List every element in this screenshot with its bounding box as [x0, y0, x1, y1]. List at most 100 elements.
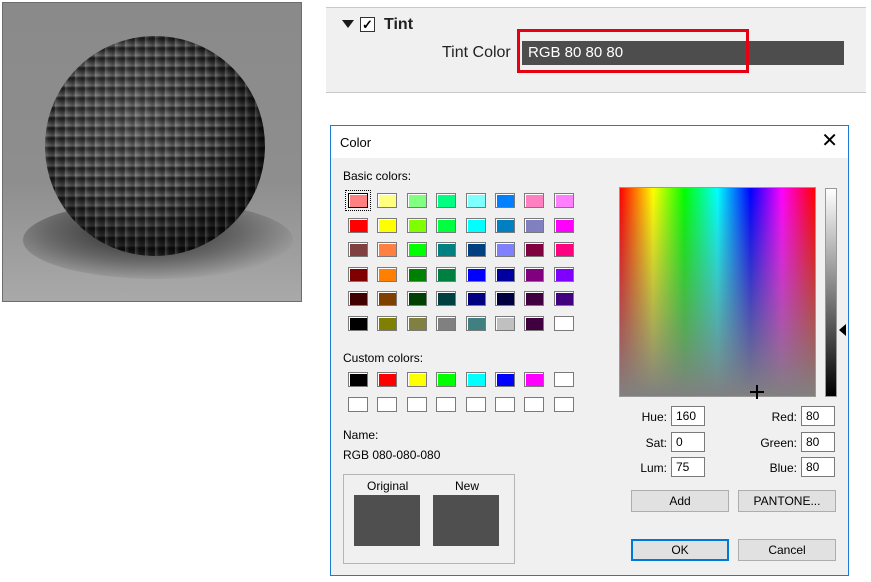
- custom-color-swatch[interactable]: [553, 396, 574, 412]
- dialog-title: Color: [340, 135, 372, 150]
- basic-color-swatch[interactable]: [524, 315, 545, 331]
- basic-color-swatch[interactable]: [406, 193, 427, 208]
- basic-color-swatch[interactable]: [553, 266, 574, 282]
- annotation-highlight-box: [517, 29, 749, 73]
- basic-color-swatch[interactable]: [406, 266, 427, 282]
- basic-color-swatch[interactable]: [553, 315, 574, 331]
- basic-color-swatch[interactable]: [494, 315, 515, 331]
- basic-color-swatch[interactable]: [436, 217, 457, 233]
- custom-color-swatch[interactable]: [348, 396, 368, 412]
- basic-color-swatch[interactable]: [524, 266, 545, 282]
- basic-color-swatch[interactable]: [553, 193, 574, 208]
- custom-color-swatch[interactable]: [436, 372, 457, 387]
- luminance-bar[interactable]: [825, 188, 837, 397]
- basic-color-swatch[interactable]: [524, 217, 545, 233]
- close-icon[interactable]: ✕: [821, 130, 838, 152]
- custom-color-swatch[interactable]: [377, 396, 398, 412]
- basic-color-swatch[interactable]: [524, 291, 545, 306]
- new-color-swatch: [433, 495, 499, 546]
- basic-colors-label: Basic colors:: [343, 169, 412, 183]
- custom-color-swatch[interactable]: [524, 372, 545, 387]
- basic-color-swatch[interactable]: [377, 291, 398, 306]
- name-value: RGB 080-080-080: [343, 448, 441, 462]
- basic-color-swatch[interactable]: [553, 217, 574, 233]
- basic-color-swatch[interactable]: [377, 242, 398, 257]
- custom-color-swatch[interactable]: [348, 372, 368, 387]
- luminance-slider-arrow-icon[interactable]: [839, 324, 846, 336]
- basic-color-swatch[interactable]: [436, 242, 457, 257]
- name-label: Name:: [343, 428, 379, 442]
- basic-color-swatch[interactable]: [494, 291, 515, 306]
- basic-color-swatch[interactable]: [553, 291, 574, 306]
- red-input[interactable]: 80: [801, 406, 835, 426]
- custom-color-swatch[interactable]: [524, 396, 545, 412]
- original-label: Original: [367, 479, 409, 493]
- basic-color-swatch[interactable]: [436, 291, 457, 306]
- basic-color-swatch[interactable]: [436, 193, 457, 208]
- basic-color-swatch[interactable]: [494, 242, 515, 257]
- tint-checkbox[interactable]: ✓: [360, 17, 375, 32]
- basic-color-swatch[interactable]: [524, 242, 545, 257]
- custom-color-swatch[interactable]: [553, 372, 574, 387]
- basic-colors-grid: [345, 190, 576, 331]
- basic-color-swatch[interactable]: [436, 315, 457, 331]
- color-spectrum[interactable]: [619, 187, 816, 397]
- basic-color-swatch[interactable]: [465, 242, 486, 257]
- basic-color-swatch[interactable]: [377, 217, 398, 233]
- red-label: Red:: [771, 410, 797, 424]
- render-preview: [2, 2, 302, 302]
- basic-color-swatch[interactable]: [465, 315, 486, 331]
- color-compare-panel: Original New: [343, 474, 515, 564]
- basic-color-swatch[interactable]: [524, 193, 545, 208]
- basic-color-swatch[interactable]: [377, 315, 398, 331]
- blue-label: Blue:: [769, 461, 797, 475]
- custom-color-swatch[interactable]: [436, 396, 457, 412]
- color-dialog: Color ✕ Basic colors: Custom colors: Nam…: [330, 125, 849, 576]
- add-button[interactable]: Add: [631, 490, 729, 512]
- ok-button[interactable]: OK: [631, 539, 729, 561]
- green-input[interactable]: 80: [801, 432, 835, 452]
- collapse-arrow-icon[interactable]: [342, 20, 354, 28]
- blue-input[interactable]: 80: [801, 457, 835, 477]
- basic-color-swatch[interactable]: [377, 266, 398, 282]
- basic-color-swatch[interactable]: [465, 217, 486, 233]
- hue-label: Hue:: [641, 410, 667, 424]
- basic-color-swatch[interactable]: [348, 217, 368, 233]
- basic-color-swatch[interactable]: [494, 266, 515, 282]
- basic-color-swatch[interactable]: [348, 242, 368, 257]
- custom-color-swatch[interactable]: [494, 372, 515, 387]
- basic-color-swatch[interactable]: [465, 266, 486, 282]
- basic-color-swatch[interactable]: [377, 193, 398, 208]
- pantone-button[interactable]: PANTONE...: [738, 490, 836, 512]
- basic-color-swatch[interactable]: [406, 315, 427, 331]
- custom-color-swatch[interactable]: [406, 372, 427, 387]
- basic-color-swatch[interactable]: [406, 242, 427, 257]
- sat-input[interactable]: 0: [671, 432, 705, 452]
- basic-color-swatch[interactable]: [348, 315, 368, 331]
- custom-color-swatch[interactable]: [494, 396, 515, 412]
- basic-color-swatch[interactable]: [345, 190, 371, 211]
- basic-color-swatch[interactable]: [406, 291, 427, 306]
- custom-color-swatch[interactable]: [406, 396, 427, 412]
- basic-color-swatch[interactable]: [348, 266, 368, 282]
- cancel-button[interactable]: Cancel: [738, 539, 836, 561]
- custom-color-swatch[interactable]: [465, 396, 486, 412]
- basic-color-swatch[interactable]: [494, 193, 515, 208]
- basic-color-swatch[interactable]: [465, 193, 486, 208]
- basic-color-swatch[interactable]: [436, 266, 457, 282]
- custom-colors-label: Custom colors:: [343, 351, 424, 365]
- green-label: Green:: [760, 436, 797, 450]
- basic-color-swatch[interactable]: [348, 291, 368, 306]
- spectrum-crosshair-icon[interactable]: [750, 385, 764, 399]
- lum-input[interactable]: 75: [671, 457, 705, 477]
- sat-label: Sat:: [645, 436, 667, 450]
- custom-color-swatch[interactable]: [465, 372, 486, 387]
- basic-color-swatch[interactable]: [465, 291, 486, 306]
- basic-color-swatch[interactable]: [406, 217, 427, 233]
- tint-section-title: Tint: [384, 16, 414, 33]
- hue-input[interactable]: 160: [671, 406, 705, 426]
- custom-color-swatch[interactable]: [377, 372, 398, 387]
- lum-label: Lum:: [640, 461, 667, 475]
- basic-color-swatch[interactable]: [553, 242, 574, 257]
- basic-color-swatch[interactable]: [494, 217, 515, 233]
